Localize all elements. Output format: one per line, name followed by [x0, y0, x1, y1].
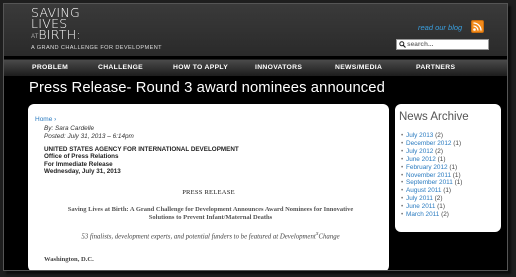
archive-item: • November 2011 (1)	[401, 171, 461, 179]
archive-item: • June 2011 (1)	[401, 203, 445, 211]
article-panel: Home › By: Sara Cardelle Posted: July 31…	[28, 104, 389, 270]
archive-link[interactable]: June 2011	[406, 203, 435, 210]
archive-item: • December 2012 (1)	[401, 139, 462, 147]
nav-item-problem[interactable]: PROBLEM	[32, 64, 68, 71]
archive-link[interactable]: August 2011	[406, 187, 441, 194]
nav-item-challenge[interactable]: CHALLENGE	[98, 64, 143, 71]
headline-line-1: Saving Lives at Birth: A Grand Challenge…	[67, 206, 354, 213]
archive-item: • July 2011 (2)	[401, 195, 443, 203]
archive-link[interactable]: July 2011	[406, 195, 433, 202]
page-frame: SAVING LIVES ATBIRTH: A GRAND CHALLENGE …	[3, 3, 508, 271]
archive-item: • March 2011 (2)	[401, 211, 449, 219]
nav-item-partners[interactable]: PARTNERS	[416, 64, 455, 71]
page-title: Press Release- Round 3 award nominees an…	[29, 80, 385, 96]
posted-date: Posted: July 31, 2013 – 6:14pm	[44, 133, 134, 140]
search-input[interactable]	[407, 40, 487, 49]
archive-link[interactable]: July 2013	[406, 132, 433, 139]
headline-line-2: Solutions to Prevent Infant/Maternal Dea…	[148, 214, 273, 221]
archive-list: • July 2013 (2) • December 2012 (1) • July …	[401, 132, 462, 219]
site-logo[interactable]: SAVING LIVES ATBIRTH: A GRAND CHALLENGE …	[31, 6, 163, 51]
press-header: UNITED STATES AGENCY FOR INTERNATIONAL D…	[44, 146, 239, 176]
release-date: Wednesday, July 31, 2013	[44, 168, 121, 176]
dateline: Washington, D.C.	[44, 256, 94, 263]
archive-link[interactable]: September 2011	[406, 179, 453, 186]
archive-link[interactable]: June 2012	[406, 156, 436, 163]
archive-count: (1)	[453, 139, 462, 147]
byline: By: Sara Cardelle Posted: July 31, 2013 …	[44, 125, 134, 141]
logo-tagline: A GRAND CHALLENGE FOR DEVELOPMENT	[31, 45, 163, 51]
archive-item: • July 2013 (2)	[401, 132, 443, 139]
nav-item-how-to-apply[interactable]: HOW TO APPLY	[173, 64, 228, 71]
news-archive-title: News Archive	[399, 111, 469, 123]
archive-count: (1)	[437, 203, 445, 211]
archive-item: • August 2011 (1)	[401, 187, 452, 195]
press-release-headline: Saving Lives at Birth: A Grand Challenge…	[38, 206, 383, 222]
subhead-text: 53 finalists, development experts, and p…	[81, 233, 316, 241]
archive-count: (1)	[443, 187, 452, 195]
author: By: Sara Cardelle	[44, 125, 95, 132]
archive-item: • February 2012 (1)	[401, 163, 458, 171]
archive-count: (2)	[441, 211, 449, 219]
press-release-heading: PRESS RELEASE	[182, 189, 235, 196]
archive-count: (2)	[435, 132, 443, 139]
office-name: Office of Press Relations	[44, 153, 119, 161]
logo-line-3: ATBIRTH:	[31, 27, 162, 42]
archive-count: (2)	[434, 195, 443, 203]
archive-count: (1)	[437, 155, 446, 163]
archive-item: • July 2012 (2)	[401, 147, 443, 155]
archive-item: • June 2012 (1)	[401, 155, 446, 163]
archive-count: (1)	[449, 163, 458, 171]
archive-count: (1)	[454, 179, 463, 187]
search-box	[396, 39, 489, 50]
archive-link[interactable]: December 2012	[406, 140, 451, 147]
archive-link[interactable]: March 2011	[406, 211, 439, 218]
release-type: For Immediate Release	[44, 160, 113, 168]
magnifier-icon[interactable]	[397, 40, 407, 49]
archive-item: • September 2011 (1)	[401, 179, 463, 187]
logo-birth: BIRTH:	[38, 27, 82, 42]
news-archive-panel: News Archive • July 2013 (2) • December 20…	[395, 104, 501, 232]
agency-name: UNITED STATES AGENCY FOR INTERNATIONAL D…	[44, 146, 239, 153]
archive-link[interactable]: July 2012	[406, 148, 433, 155]
site-header: SAVING LIVES ATBIRTH: A GRAND CHALLENGE …	[4, 4, 507, 56]
archive-count: (2)	[435, 147, 443, 155]
nav-item-news-media[interactable]: NEWS/MEDIA	[335, 64, 382, 71]
archive-link[interactable]: November 2011	[406, 172, 451, 179]
rss-feed-icon[interactable]	[471, 20, 484, 33]
press-release-subhead: 53 finalists, development experts, and p…	[38, 231, 383, 240]
nav-item-innovators[interactable]: INNOVATORS	[255, 64, 302, 71]
read-our-blog-link[interactable]: read our blog	[418, 23, 462, 32]
archive-link[interactable]: February 2012	[406, 164, 448, 171]
main-nav: PROBLEM CHALLENGE HOW TO APPLY INNOVATOR…	[4, 59, 507, 76]
archive-count: (1)	[452, 171, 461, 179]
subhead-end: Change	[318, 233, 340, 241]
breadcrumb-home[interactable]: Home ›	[35, 116, 56, 123]
